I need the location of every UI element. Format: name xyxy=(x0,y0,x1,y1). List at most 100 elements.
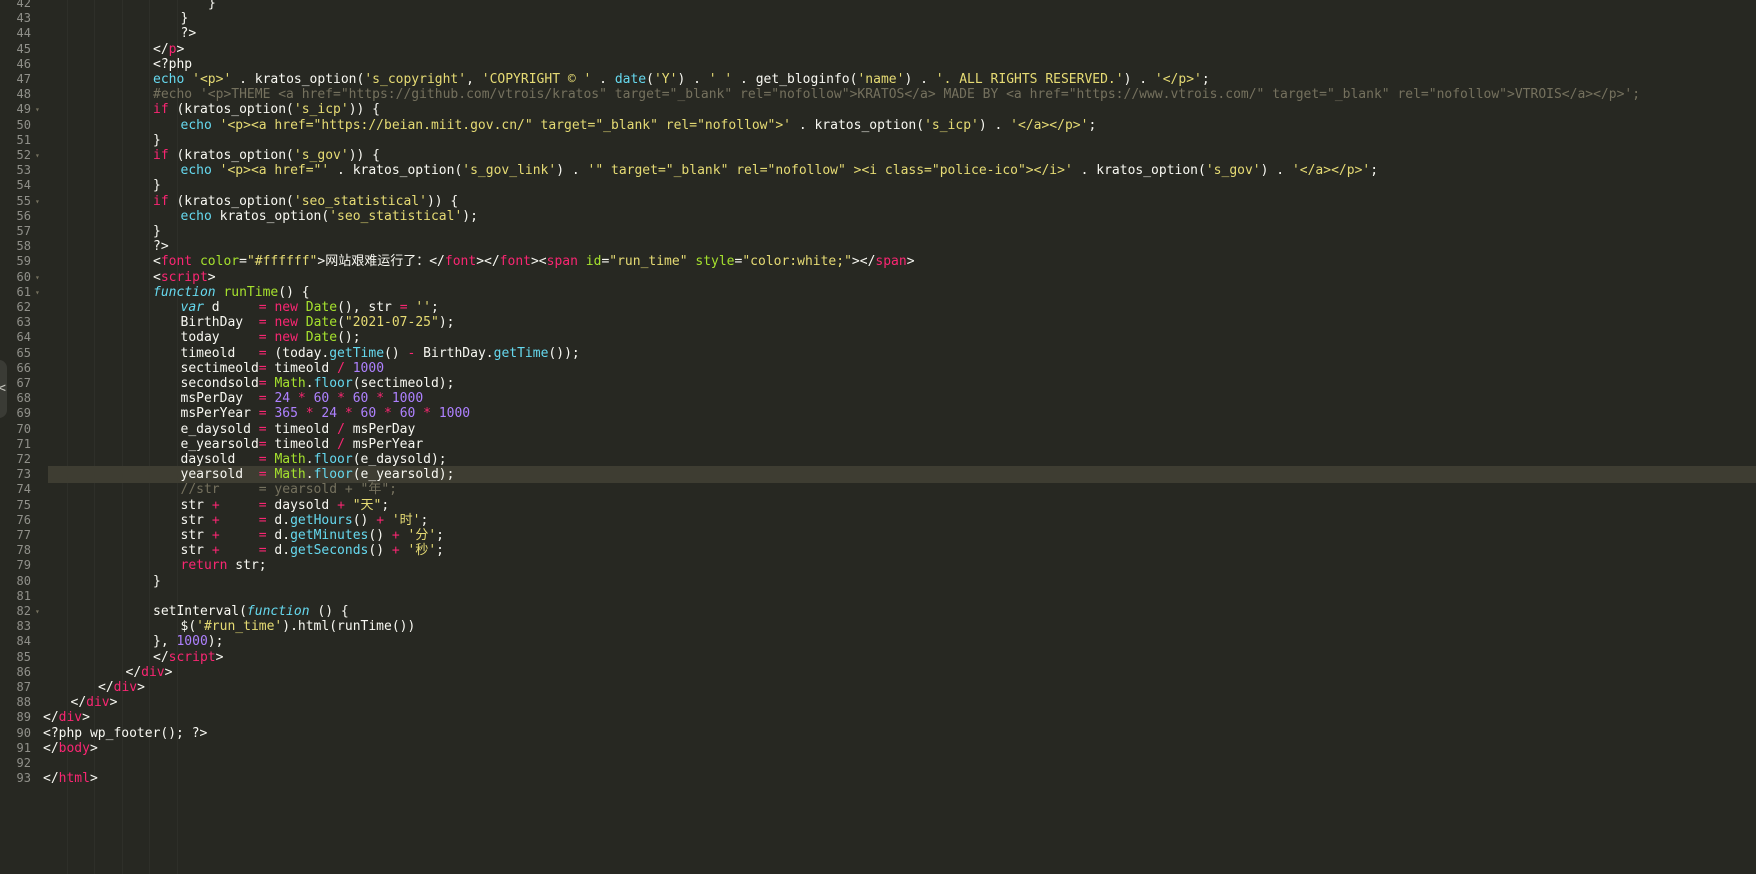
code-token: getTime xyxy=(493,345,549,361)
code-token: () xyxy=(368,543,392,559)
code-token: ) . xyxy=(556,163,588,179)
fold-arrow-icon[interactable]: ▾ xyxy=(35,147,43,164)
code-token: 's_icp' xyxy=(293,102,349,118)
code-editor[interactable]: 42 43 44 45 46 47 48 49 ▾ 50 51 52 ▾ 53 54 55 ▾ 56 57 58 59 6… xyxy=(0,0,1756,874)
code-token: span xyxy=(546,254,578,270)
fold-arrow-icon[interactable]: ▾ xyxy=(35,284,43,301)
code-token: div xyxy=(113,680,138,695)
code-token: 's_gov' xyxy=(1205,163,1261,179)
code-token: script xyxy=(160,269,208,285)
code-token: msPerDay xyxy=(180,391,259,407)
fold-arrow-icon[interactable]: ▾ xyxy=(35,603,43,620)
code-token: () xyxy=(368,528,392,543)
code-token: id xyxy=(585,254,602,270)
code-token: = xyxy=(258,497,267,513)
code-token: 60 xyxy=(399,406,416,422)
code-token: (), str xyxy=(337,300,400,315)
code-token: echo xyxy=(180,117,212,133)
code-token: = xyxy=(258,512,267,528)
code-token: <?php xyxy=(153,56,193,72)
code-token: ); xyxy=(438,315,455,331)
code-token: * xyxy=(305,406,314,422)
code-line[interactable]: </html> xyxy=(43,770,1756,787)
code-token: "color:white;" xyxy=(742,254,852,270)
code-token: (today. xyxy=(266,345,330,361)
code-token: msPerYear xyxy=(180,406,259,422)
code-token: ).html(runTime()) xyxy=(282,619,416,635)
code-token: . kratos_option( xyxy=(1072,163,1206,179)
code-token: 'seo_statistical' xyxy=(293,193,427,209)
line-number-gutter[interactable]: 42 43 44 45 46 47 48 49 ▾ 50 51 52 ▾ 53 54 55 ▾ 56 57 58 59 6… xyxy=(0,0,44,874)
code-token: floor xyxy=(313,376,353,391)
code-token: Math xyxy=(274,467,306,483)
code-token: '</a></p>' xyxy=(1010,117,1089,133)
code-token: div xyxy=(141,664,165,680)
code-token: html xyxy=(58,771,90,787)
code-token: ; xyxy=(1201,72,1210,87)
fold-arrow-icon[interactable]: ▾ xyxy=(35,101,43,118)
code-token: 1000 xyxy=(176,634,208,650)
code-token: 60 xyxy=(360,406,377,422)
code-token: ></ xyxy=(851,254,876,270)
code-token: ; xyxy=(1088,117,1097,133)
code-token: msPerYear xyxy=(344,436,424,452)
code-token: > xyxy=(137,680,145,695)
code-token: color xyxy=(199,254,240,270)
code-token: getTime xyxy=(329,345,385,361)
code-token: '" target="_blank" rel="nofollow" ><i cl… xyxy=(587,163,1073,179)
code-token: "2021-07-25" xyxy=(344,315,439,331)
line-number[interactable]: 93 xyxy=(0,770,31,787)
code-token: ></ xyxy=(476,254,500,270)
code-token: Date xyxy=(305,330,338,346)
code-token: </ xyxy=(153,41,169,57)
code-token: = xyxy=(239,254,247,270)
code-token: ); xyxy=(462,208,478,224)
code-token: sectimeold xyxy=(180,360,259,376)
code-token: = xyxy=(258,421,267,437)
code-token: '<p><a href="https://beian.miit.gov.cn/"… xyxy=(219,117,791,133)
code-token: + xyxy=(337,497,345,513)
code-token: font xyxy=(499,254,531,270)
code-token: * xyxy=(384,406,392,422)
code-token: d. xyxy=(266,543,291,559)
code-token: = xyxy=(258,300,267,315)
code-area[interactable]: }} ?> </p> <?php echo '<p>' . kratos_option(… xyxy=(43,0,1756,874)
code-token: </ xyxy=(153,649,169,665)
code-token: ) . xyxy=(978,117,1011,133)
code-token: = xyxy=(258,345,267,361)
code-token: } xyxy=(153,224,161,239)
code-token: </ xyxy=(43,771,59,787)
code-token: * xyxy=(337,391,345,407)
code-token: ); xyxy=(207,634,224,650)
side-panel-toggle-icon[interactable]: < xyxy=(0,360,7,418)
code-token: + xyxy=(211,512,220,528)
code-token: } xyxy=(153,573,161,589)
code-token: 24 xyxy=(321,406,338,422)
code-token: //str = yearsold + "年"; xyxy=(180,482,398,498)
code-token: (e_yearsold); xyxy=(352,467,455,483)
code-token: = xyxy=(258,467,267,483)
code-token: body xyxy=(58,740,90,756)
code-token: '分' xyxy=(407,528,437,543)
code-token: ; xyxy=(381,497,390,513)
code-token: today xyxy=(180,330,259,346)
code-token: 24 xyxy=(274,391,291,407)
code-token: = xyxy=(258,436,267,452)
code-token: ; xyxy=(431,300,439,315)
fold-arrow-icon[interactable]: ▾ xyxy=(35,193,43,210)
code-token: = xyxy=(258,360,267,376)
code-token: 's_gov' xyxy=(293,148,349,163)
code-token: * xyxy=(297,391,306,407)
code-token: timeold xyxy=(266,360,338,376)
